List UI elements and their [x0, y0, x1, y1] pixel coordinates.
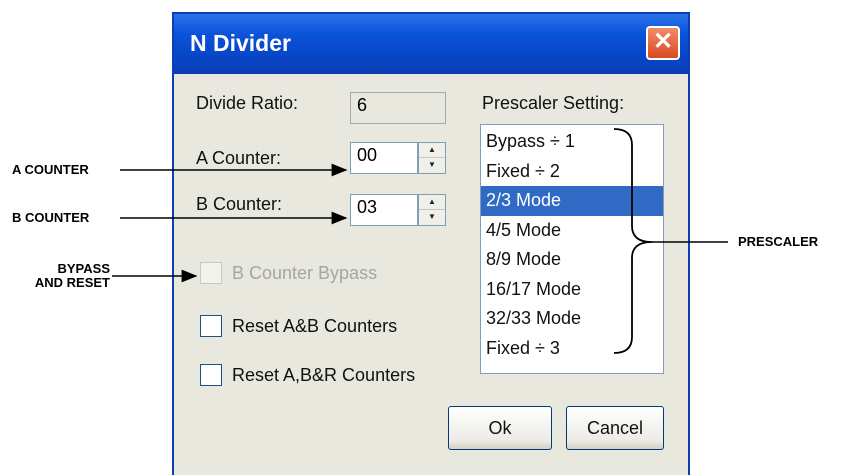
b-counter-input[interactable]: 03	[350, 194, 418, 226]
reset-ab-checkbox[interactable]	[200, 315, 222, 337]
reset-abr-label[interactable]: Reset A,B&R Counters	[232, 365, 415, 386]
ok-button[interactable]: Ok	[448, 406, 552, 450]
b-counter-value: 03	[357, 197, 378, 217]
callout-bypass-line1: BYPASS	[57, 261, 111, 276]
spin-down-icon[interactable]: ▼	[419, 210, 445, 225]
n-divider-dialog: N Divider ✕ Divide Ratio: 6 A Counter: 0…	[172, 12, 690, 475]
list-item[interactable]: 8/9 Mode	[481, 245, 663, 275]
list-item[interactable]: Fixed ÷ 2	[481, 157, 663, 187]
close-button[interactable]: ✕	[646, 26, 680, 60]
callout-bypass-reset: BYPASS AND RESET	[26, 262, 110, 290]
list-item[interactable]: 4/5 Mode	[481, 216, 663, 246]
list-item[interactable]: 16/17 Mode	[481, 275, 663, 305]
list-item[interactable]: Bypass ÷ 1	[481, 127, 663, 157]
b-counter-bypass-checkbox	[200, 262, 222, 284]
list-item[interactable]: Fixed ÷ 3	[481, 334, 663, 364]
reset-abr-checkbox[interactable]	[200, 364, 222, 386]
divide-ratio-value: 6	[357, 95, 368, 115]
callout-b-counter: B COUNTER	[12, 210, 90, 225]
spin-up-icon[interactable]: ▲	[419, 195, 445, 210]
spin-up-icon[interactable]: ▲	[419, 143, 445, 158]
prescaler-listbox[interactable]: Bypass ÷ 1 Fixed ÷ 2 2/3 Mode 4/5 Mode 8…	[480, 124, 664, 374]
close-icon: ✕	[652, 28, 674, 55]
spin-down-icon[interactable]: ▼	[419, 158, 445, 173]
list-item[interactable]: 32/33 Mode	[481, 304, 663, 334]
b-counter-spinner[interactable]: ▲ ▼	[418, 194, 446, 226]
divide-ratio-field: 6	[350, 92, 446, 124]
b-counter-bypass-label: B Counter Bypass	[232, 263, 378, 283]
reset-ab-label[interactable]: Reset A&B Counters	[232, 316, 397, 337]
a-counter-input[interactable]: 00	[350, 142, 418, 174]
window-title: N Divider	[190, 30, 291, 56]
cancel-button[interactable]: Cancel	[566, 406, 664, 450]
callout-prescaler: PRESCALER	[738, 234, 819, 249]
callout-a-counter: A COUNTER	[12, 162, 89, 177]
title-bar[interactable]: N Divider ✕	[174, 14, 688, 74]
list-item-selected[interactable]: 2/3 Mode	[481, 186, 663, 216]
b-counter-label: B Counter:	[196, 194, 283, 214]
divide-ratio-label: Divide Ratio:	[196, 93, 299, 113]
a-counter-value: 00	[357, 145, 378, 165]
a-counter-spinner[interactable]: ▲ ▼	[418, 142, 446, 174]
callout-bypass-line2: AND RESET	[34, 275, 110, 290]
prescaler-label: Prescaler Setting:	[482, 93, 625, 113]
a-counter-label: A Counter:	[196, 148, 282, 168]
